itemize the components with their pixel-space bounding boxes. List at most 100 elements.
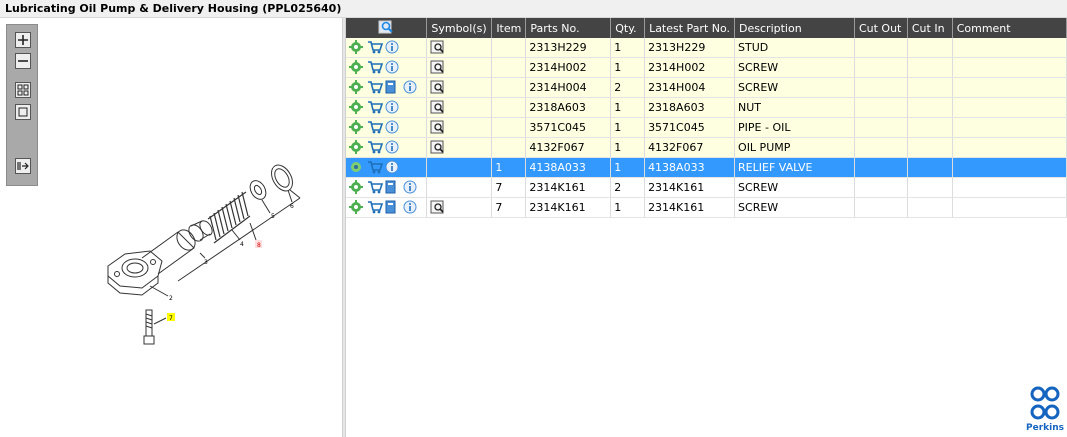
table-row[interactable]: 1 4138A033 1 4138A033 RELIEF VALVE <box>346 157 1067 178</box>
cart-icon[interactable] <box>367 100 383 116</box>
gear-icon[interactable] <box>349 79 365 96</box>
cut-out-cell <box>854 137 908 158</box>
info-icon[interactable] <box>403 80 419 96</box>
qty-cell: 1 <box>610 117 646 138</box>
gear-icon[interactable] <box>349 199 365 216</box>
table-row[interactable]: 4132F067 1 4132F067 OIL PUMP <box>346 137 1067 158</box>
cart-icon[interactable] <box>367 40 383 56</box>
exploded-parts-drawing[interactable]: 2 3 4 5 6 7 8 <box>0 18 342 437</box>
cart-icon[interactable] <box>367 200 383 216</box>
cart-icon[interactable] <box>367 80 383 96</box>
cut-out-cell <box>854 117 908 138</box>
qty-cell: 1 <box>610 157 646 178</box>
comment-cell <box>952 38 1067 58</box>
component-icon[interactable] <box>349 160 365 176</box>
table-row[interactable]: 2314H004 2 2314H004 SCREW <box>346 77 1067 98</box>
cut-out-cell <box>854 157 908 178</box>
callout-label-7[interactable]: 7 <box>169 315 173 322</box>
row-actions-cell <box>346 38 428 58</box>
latest-part-no-cell: 2314H002 <box>644 57 736 78</box>
parts-no-cell: 2313H229 <box>525 38 612 58</box>
export-button[interactable] <box>15 158 31 174</box>
latest-part-no-cell: 2314K161 <box>644 177 736 198</box>
page-title: Lubricating Oil Pump & Delivery Housing … <box>5 2 342 15</box>
table-row[interactable]: 2313H229 1 2313H229 STUD <box>346 38 1067 58</box>
info-icon[interactable] <box>403 180 419 196</box>
column-header-description[interactable]: Description <box>734 18 855 38</box>
document-icon[interactable] <box>385 180 401 196</box>
table-row[interactable]: 7 2314K161 2 2314K161 SCREW <box>346 177 1067 198</box>
symbol-magnifier-icon[interactable] <box>430 140 446 156</box>
info-icon[interactable] <box>403 200 419 216</box>
info-icon[interactable] <box>385 100 401 116</box>
description-cell: SCREW <box>734 57 855 78</box>
parts-no-cell: 2314H004 <box>525 77 612 98</box>
symbol-magnifier-icon[interactable] <box>430 60 446 76</box>
info-icon[interactable] <box>385 140 401 156</box>
item-cell: 1 <box>491 157 527 178</box>
gear-icon[interactable] <box>349 119 365 136</box>
document-icon[interactable] <box>385 80 401 96</box>
cut-in-cell <box>907 97 953 118</box>
row-actions-cell <box>346 157 428 178</box>
cart-icon[interactable] <box>367 140 383 156</box>
cart-icon[interactable] <box>367 180 383 196</box>
cut-out-cell <box>854 38 908 58</box>
symbol-magnifier-icon[interactable] <box>430 100 446 116</box>
callout-label-3: 3 <box>204 259 208 266</box>
info-icon[interactable] <box>385 40 401 56</box>
column-header-latest-part-no[interactable]: Latest Part No. <box>644 18 736 38</box>
table-row[interactable]: 2314H002 1 2314H002 SCREW <box>346 57 1067 78</box>
gear-icon[interactable] <box>349 39 365 56</box>
gear-icon[interactable] <box>349 139 365 156</box>
document-icon[interactable] <box>385 200 401 216</box>
row-actions-cell <box>346 77 428 98</box>
column-header-cut-in[interactable]: Cut In <box>907 18 953 38</box>
cart-icon[interactable] <box>367 60 383 76</box>
search-parts-icon[interactable] <box>378 19 394 35</box>
symbols-cell <box>426 77 493 98</box>
symbol-magnifier-icon[interactable] <box>430 120 446 136</box>
gear-icon[interactable] <box>349 59 365 76</box>
gear-icon[interactable] <box>349 99 365 116</box>
cut-in-cell <box>907 137 953 158</box>
callout-label-8[interactable]: 8 <box>257 242 261 249</box>
fit-window-button[interactable] <box>15 104 31 120</box>
column-header-comment[interactable]: Comment <box>952 18 1067 38</box>
info-icon[interactable] <box>385 160 401 176</box>
column-header-cut-out[interactable]: Cut Out <box>854 18 908 38</box>
column-header-qty[interactable]: Qty. <box>610 18 646 38</box>
parts-no-cell: 2314K161 <box>525 177 612 198</box>
column-header-item[interactable]: Item <box>491 18 527 38</box>
symbol-magnifier-icon[interactable] <box>430 200 446 216</box>
cut-out-cell <box>854 57 908 78</box>
gear-icon[interactable] <box>349 179 365 196</box>
fit-all-button[interactable] <box>15 82 31 98</box>
parts-no-cell: 3571C045 <box>525 117 612 138</box>
zoom-out-button[interactable] <box>15 53 31 69</box>
info-icon[interactable] <box>385 120 401 136</box>
symbol-magnifier-icon[interactable] <box>430 40 446 56</box>
table-row[interactable]: 3571C045 1 3571C045 PIPE - OIL <box>346 117 1067 138</box>
table-row[interactable]: 7 2314K161 1 2314K161 SCREW <box>346 197 1067 218</box>
latest-part-no-cell: 3571C045 <box>644 117 736 138</box>
illustration-pane[interactable]: 2 3 4 5 6 7 8 <box>0 18 342 437</box>
brand-name: Perkins <box>1026 423 1064 433</box>
column-header-actions[interactable] <box>346 18 428 38</box>
cart-icon[interactable] <box>367 160 383 176</box>
parts-no-cell: 4138A033 <box>525 157 612 178</box>
column-header-parts-no[interactable]: Parts No. <box>525 18 612 38</box>
info-icon[interactable] <box>385 60 401 76</box>
symbol-magnifier-icon[interactable] <box>430 80 446 96</box>
perkins-logo: Perkins <box>1026 385 1064 435</box>
description-cell: SCREW <box>734 77 855 98</box>
description-cell: RELIEF VALVE <box>734 157 855 178</box>
parts-no-cell: 2314H002 <box>525 57 612 78</box>
cut-out-cell <box>854 197 908 218</box>
column-header-symbols[interactable]: Symbol(s) <box>426 18 493 38</box>
item-cell <box>491 137 527 158</box>
qty-cell: 1 <box>610 57 646 78</box>
cart-icon[interactable] <box>367 120 383 136</box>
zoom-in-button[interactable] <box>15 32 31 48</box>
table-row[interactable]: 2318A603 1 2318A603 NUT <box>346 97 1067 118</box>
